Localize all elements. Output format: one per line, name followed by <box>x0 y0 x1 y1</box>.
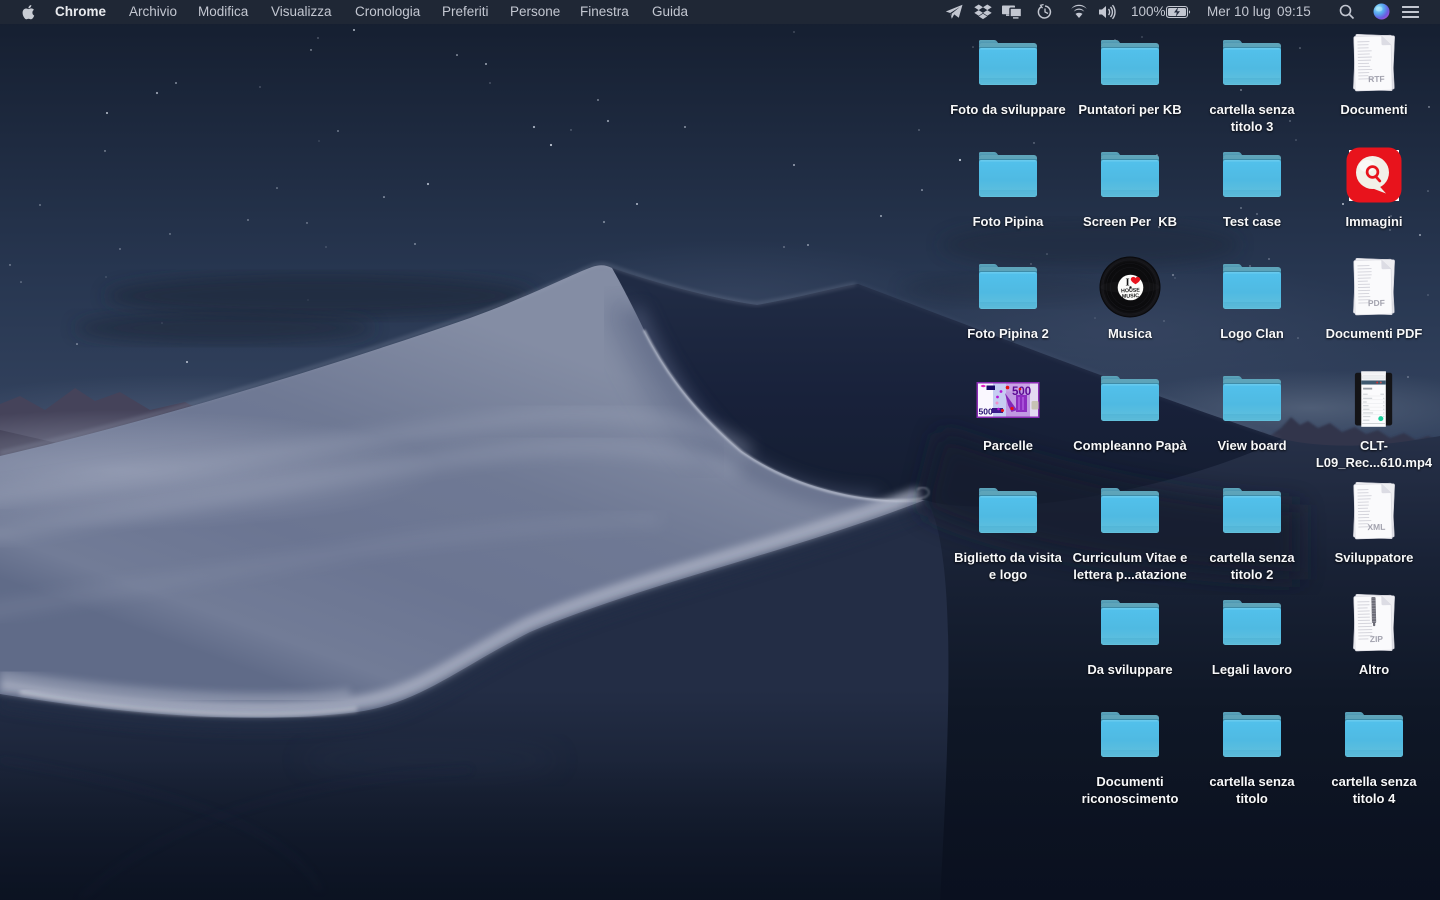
svg-text:ZIP: ZIP <box>1370 634 1384 644</box>
svg-text:MUSIC: MUSIC <box>1122 293 1140 300</box>
svg-text:PDF: PDF <box>1368 298 1385 308</box>
svg-text:I: I <box>1126 278 1130 289</box>
svg-text:500: 500 <box>979 407 993 417</box>
svg-text:RTF: RTF <box>1368 74 1385 84</box>
svg-text:XML: XML <box>1367 522 1385 532</box>
